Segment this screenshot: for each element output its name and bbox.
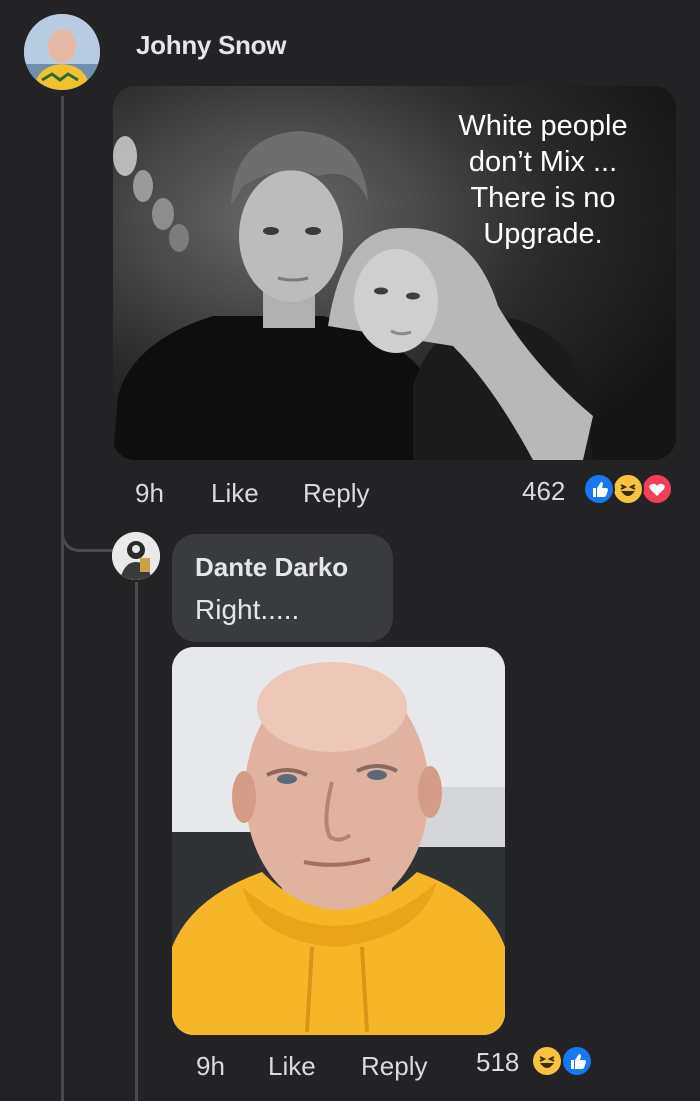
haha-icon[interactable] <box>612 473 644 505</box>
reply-image[interactable] <box>172 647 505 1035</box>
reply-text: Right..... <box>195 594 300 625</box>
reply-like-button[interactable]: Like <box>268 1051 316 1082</box>
thread-branch-connector <box>61 508 113 552</box>
reply-button[interactable]: Reply <box>303 478 369 509</box>
reply-author-avatar[interactable] <box>112 532 160 580</box>
reply-like-icon[interactable] <box>561 1045 593 1077</box>
commenter-avatar[interactable] <box>24 14 100 90</box>
image-caption-text: White people don’t Mix ... There is no U… <box>458 110 628 250</box>
reply-thread-connector-line <box>135 582 138 1101</box>
comment-author-name[interactable]: Johny Snow <box>136 30 286 61</box>
thread-connector-line <box>61 96 64 1101</box>
reply-haha-icon[interactable] <box>531 1045 563 1077</box>
reply-reaction-count[interactable]: 518 <box>476 1047 519 1078</box>
like-button[interactable]: Like <box>211 478 259 509</box>
love-icon[interactable] <box>641 473 673 505</box>
reply-bubble[interactable]: Dante Darko Right..... <box>172 534 393 642</box>
reply-author-name[interactable]: Dante Darko <box>195 552 348 583</box>
reply-timestamp[interactable]: 9h <box>196 1051 225 1082</box>
comment-image[interactable]: White people don’t Mix ... There is no U… <box>113 86 676 460</box>
reply-reply-button[interactable]: Reply <box>361 1051 427 1082</box>
reaction-count[interactable]: 462 <box>522 476 565 507</box>
comment-timestamp[interactable]: 9h <box>135 478 164 509</box>
like-icon[interactable] <box>583 473 615 505</box>
